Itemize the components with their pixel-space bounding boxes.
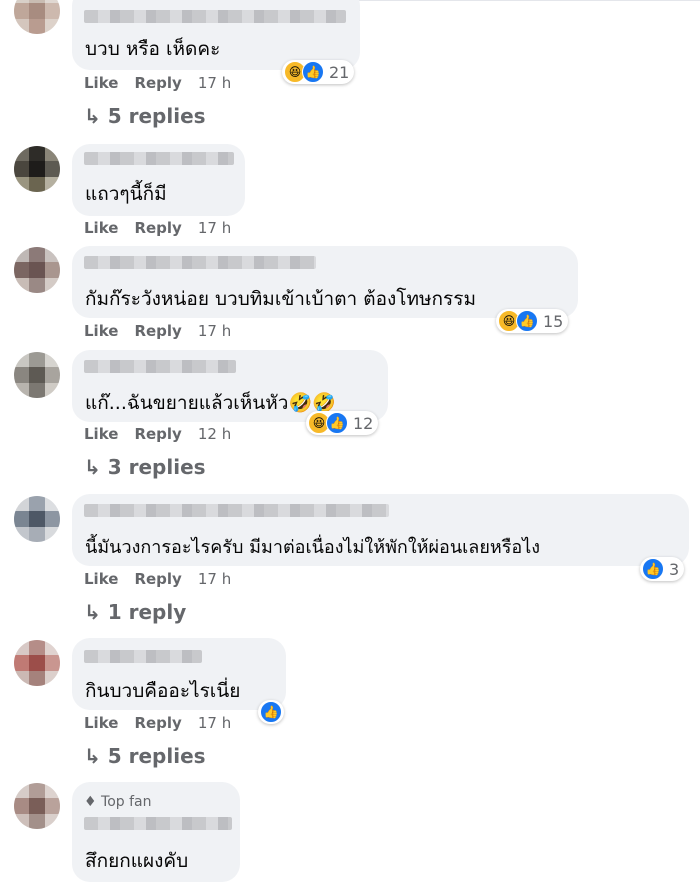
avatar[interactable]	[14, 352, 60, 398]
comment-actions: Like Reply 12 h	[84, 425, 247, 443]
reaction-count: 21	[329, 62, 350, 82]
reaction-summary[interactable]: 😆 👍 12	[306, 411, 379, 435]
comment-text: บวบ หรือ เห็ดคะ	[85, 38, 221, 60]
diamond-icon: ♦	[84, 794, 97, 810]
like-button[interactable]: Like	[84, 219, 118, 237]
comment-text: แก๊...ฉันขยายแล้วเห็นหัว🤣🤣	[85, 392, 336, 414]
view-replies-link[interactable]: ↳ 1 reply	[84, 600, 186, 624]
comment-bubble: กัมก๊ระวังหน่อย บวบทิมเข้าเบ้าตา ต้องโทษ…	[72, 246, 578, 318]
like-button[interactable]: Like	[84, 425, 118, 443]
view-replies-link[interactable]: ↳ 5 replies	[84, 744, 206, 768]
comment-bubble: กินบวบคืออะไรเนี่ย	[72, 638, 286, 710]
replies-count: 5 replies	[107, 104, 206, 128]
comment-actions: Like Reply 17 h	[84, 74, 247, 92]
top-fan-badge: ♦ Top fan	[84, 794, 151, 810]
view-replies-link[interactable]: ↳ 3 replies	[84, 455, 206, 479]
comment-text: แถวๆนี้ก็มี	[85, 183, 167, 205]
reply-button[interactable]: Reply	[134, 425, 181, 443]
comment-timestamp[interactable]: 17 h	[198, 570, 231, 588]
reply-arrow-icon: ↳	[84, 600, 101, 624]
view-replies-link[interactable]: ↳ 5 replies	[84, 104, 206, 128]
like-button[interactable]: Like	[84, 322, 118, 340]
comment-timestamp[interactable]: 17 h	[198, 714, 231, 732]
comment-text: นี้มันวงการอะไรครับ มีมาต่อเนื่องไม่ให้พ…	[85, 537, 541, 558]
avatar[interactable]	[14, 640, 60, 686]
like-button[interactable]: Like	[84, 714, 118, 732]
reaction-summary[interactable]: 😆 👍 15	[496, 309, 569, 333]
reaction-count: 15	[543, 311, 564, 331]
commenter-name[interactable]	[84, 256, 316, 269]
replies-count: 3 replies	[107, 455, 206, 479]
avatar[interactable]	[14, 783, 60, 829]
reaction-summary[interactable]: 👍	[258, 700, 284, 724]
comment-text: สึกยกแผงคับ	[85, 850, 189, 872]
like-reaction-icon: 👍	[516, 310, 538, 332]
commenter-name[interactable]	[84, 817, 232, 830]
comment-bubble: แถวๆนี้ก็มี	[72, 144, 245, 216]
reply-button[interactable]: Reply	[134, 570, 181, 588]
reply-button[interactable]: Reply	[134, 219, 181, 237]
comment-timestamp[interactable]: 17 h	[198, 322, 231, 340]
comment-timestamp[interactable]: 12 h	[198, 425, 231, 443]
reply-button[interactable]: Reply	[134, 322, 181, 340]
top-fan-label: Top fan	[101, 794, 152, 810]
like-reaction-icon: 👍	[642, 558, 664, 580]
like-button[interactable]: Like	[84, 74, 118, 92]
reply-arrow-icon: ↳	[84, 455, 101, 479]
comment-timestamp[interactable]: 17 h	[198, 74, 231, 92]
reaction-count: 3	[669, 559, 680, 579]
commenter-name[interactable]	[84, 504, 389, 517]
comment-text: กินบวบคืออะไรเนี่ย	[85, 680, 241, 702]
comment-timestamp[interactable]: 17 h	[198, 219, 231, 237]
avatar[interactable]	[14, 496, 60, 542]
reaction-count: 12	[353, 413, 374, 433]
comment-actions: Like Reply 17 h	[84, 570, 247, 588]
commenter-name[interactable]	[84, 152, 234, 165]
replies-count: 5 replies	[107, 744, 206, 768]
avatar[interactable]	[14, 0, 60, 34]
reaction-summary[interactable]: 👍 3	[640, 557, 685, 581]
comment-bubble: ♦ Top fan สึกยกแผงคับ	[72, 782, 240, 882]
commenter-name[interactable]	[84, 360, 236, 373]
like-reaction-icon: 👍	[326, 412, 348, 434]
replies-count: 1 reply	[107, 600, 187, 624]
like-reaction-icon: 👍	[302, 61, 324, 83]
commenter-name[interactable]	[84, 650, 202, 663]
comment-bubble: นี้มันวงการอะไรครับ มีมาต่อเนื่องไม่ให้พ…	[72, 494, 689, 566]
comment-actions: Like Reply 17 h	[84, 714, 247, 732]
avatar[interactable]	[14, 146, 60, 192]
avatar[interactable]	[14, 247, 60, 293]
reply-arrow-icon: ↳	[84, 104, 101, 128]
comment-actions: Like Reply 17 h	[84, 322, 247, 340]
comment-text: กัมก๊ระวังหน่อย บวบทิมเข้าเบ้าตา ต้องโทษ…	[85, 288, 476, 310]
like-button[interactable]: Like	[84, 570, 118, 588]
commenter-name[interactable]	[84, 10, 346, 23]
like-reaction-icon: 👍	[260, 701, 282, 723]
reaction-summary[interactable]: 😆 👍 21	[282, 60, 355, 84]
reply-button[interactable]: Reply	[134, 714, 181, 732]
comment-actions: Like Reply 17 h	[84, 219, 247, 237]
reply-button[interactable]: Reply	[134, 74, 181, 92]
reply-arrow-icon: ↳	[84, 744, 101, 768]
